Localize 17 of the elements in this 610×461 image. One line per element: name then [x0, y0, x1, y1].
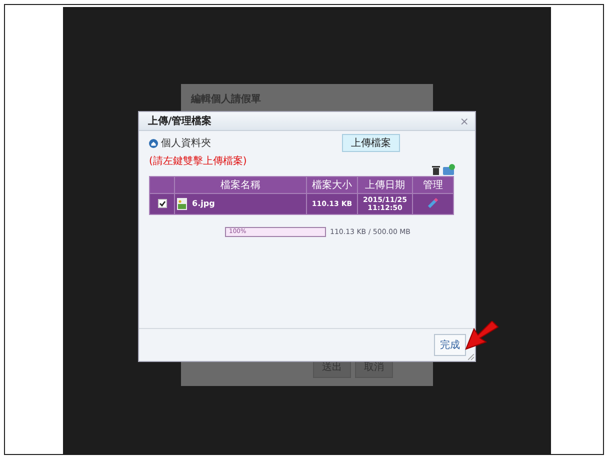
file-name[interactable]: 6.jpg [192, 198, 215, 208]
column-header: 檔案大小 [306, 176, 358, 194]
resize-grip-icon[interactable] [468, 354, 474, 360]
trash-icon[interactable] [432, 165, 440, 175]
home-icon [149, 138, 158, 148]
hint-text: (請左鍵雙擊上傳檔案) [149, 154, 248, 168]
edit-icon[interactable] [428, 198, 438, 208]
done-button[interactable]: 完成 [434, 334, 466, 356]
image-file-icon [177, 198, 187, 210]
folder-link[interactable]: 個人資料夾 [161, 136, 211, 150]
checkbox[interactable] [158, 199, 166, 208]
column-header: 上傳日期 [358, 176, 412, 194]
column-header: 管理 [412, 176, 454, 194]
column-header: 檔案名稱 [174, 176, 306, 194]
upload-button[interactable]: 上傳檔案 [342, 134, 400, 152]
dialog-title: 上傳/管理檔案 [148, 114, 212, 128]
arrow-icon [464, 321, 500, 351]
